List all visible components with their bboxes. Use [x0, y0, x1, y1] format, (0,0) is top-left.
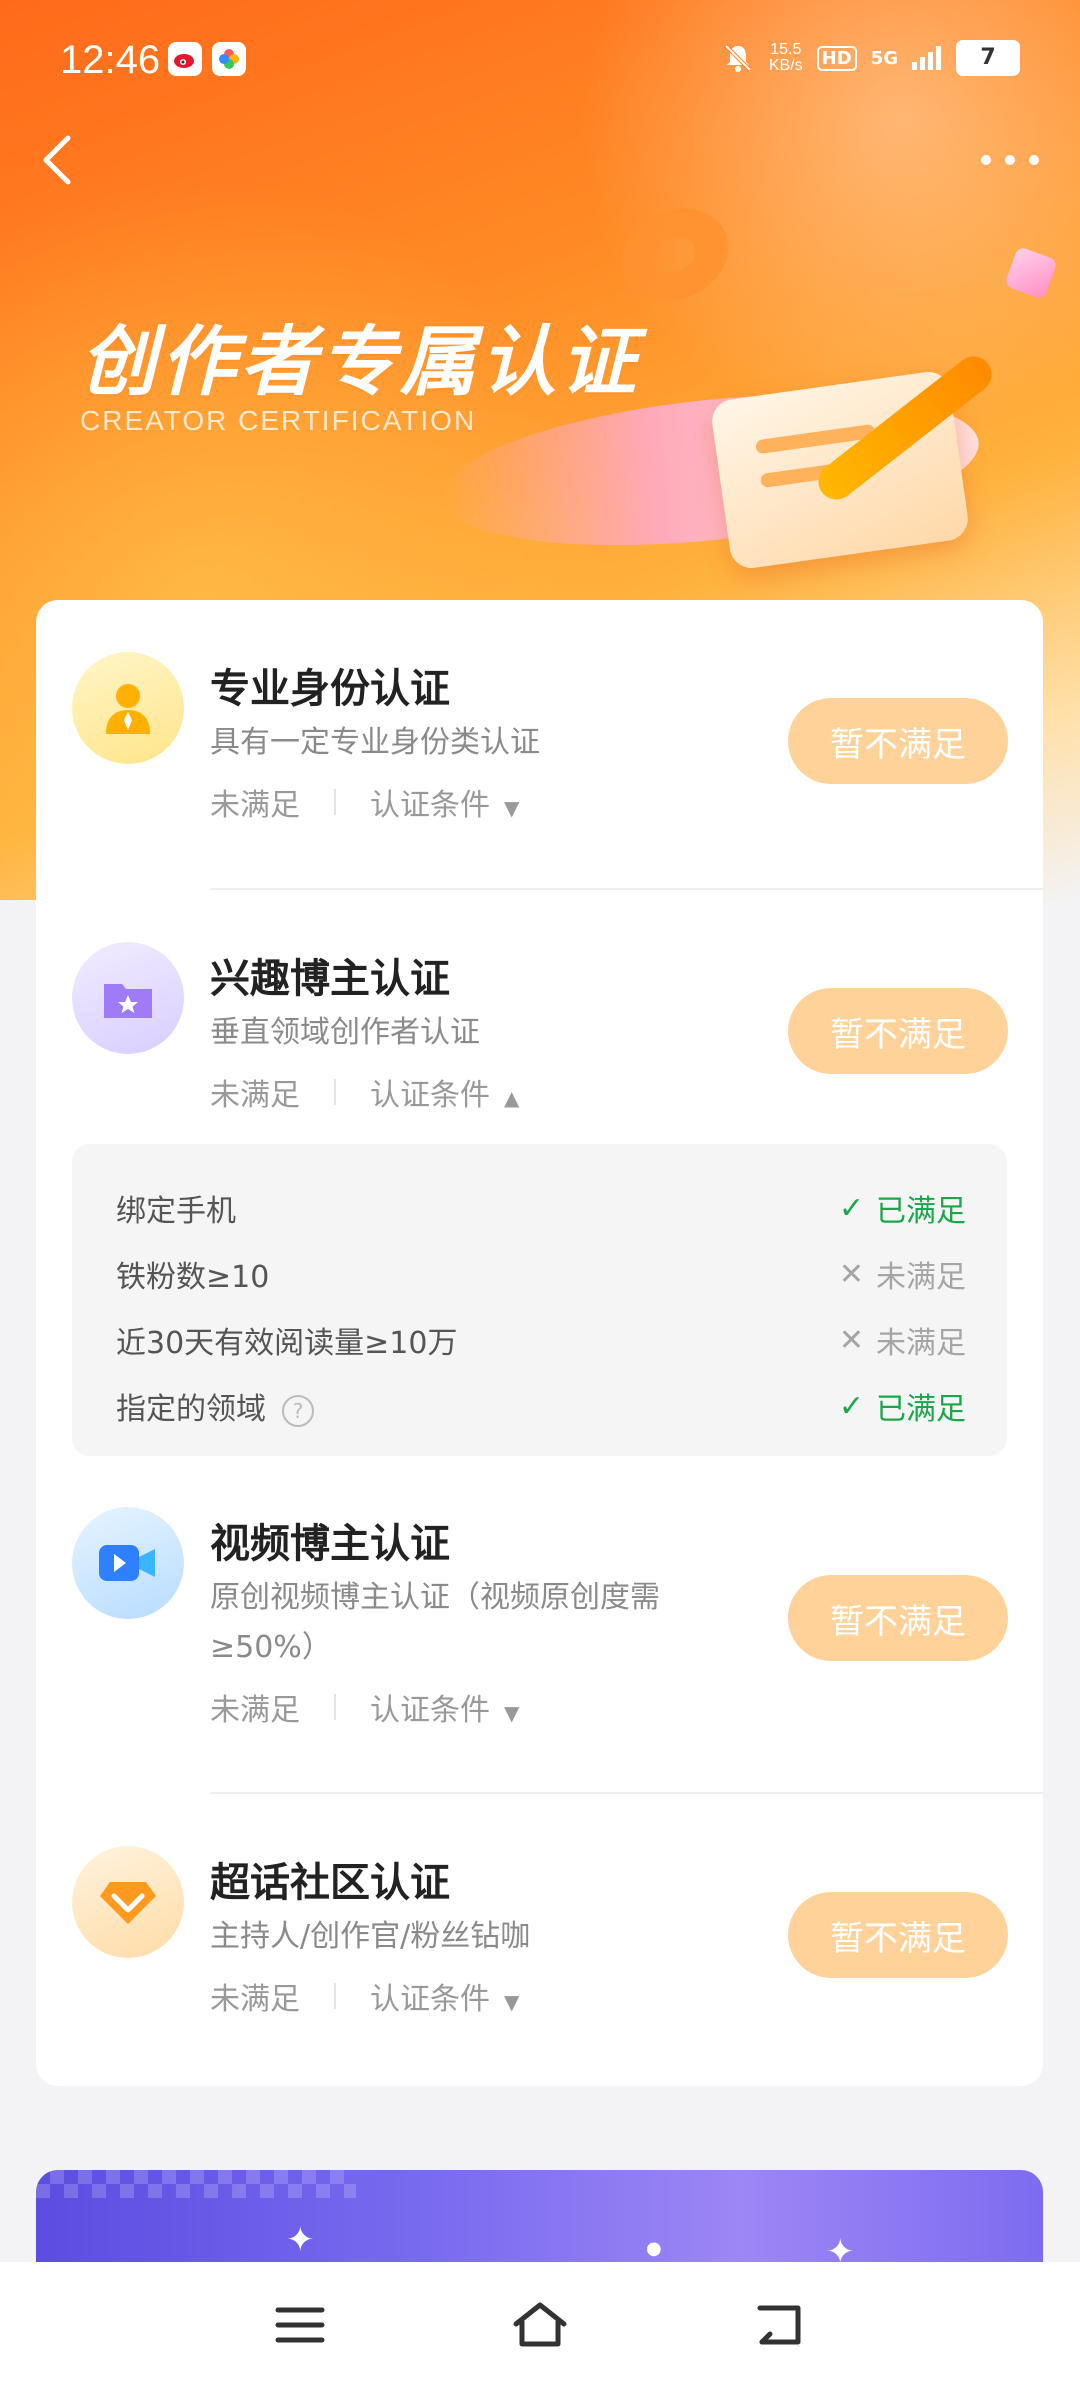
certification-list-card: 专业身份认证 具有一定专业身份类认证 未满足 认证条件 ▼ 暂不满足 兴趣博主认证…	[36, 600, 1043, 2086]
condition-state: ✕ 未满足	[838, 1256, 966, 1296]
cross-icon: ✕	[838, 1322, 864, 1358]
condition-row: 铁粉数≥10 ✕ 未满足	[116, 1246, 966, 1296]
more-options-button[interactable]	[970, 140, 1050, 180]
cert-description: 具有一定专业身份类认证	[210, 725, 540, 760]
meta-separator	[334, 1079, 336, 1105]
person-icon	[72, 652, 184, 764]
condition-label: 绑定手机	[116, 1194, 236, 1229]
check-icon: ✓	[838, 1190, 864, 1226]
condition-row: 近30天有效阅读量≥10万 ✕ 未满足	[116, 1312, 966, 1362]
chevron-left-icon	[43, 135, 71, 185]
signal-5g: 5G	[870, 47, 898, 69]
sparkle-icon: ●	[646, 2238, 662, 2259]
conditions-toggle[interactable]: 认证条件 ▼	[370, 1685, 519, 1729]
cert-description: 原创视频博主认证（视频原创度需 ≥50%）	[210, 1580, 660, 1665]
caret-down-icon: ▼	[504, 796, 520, 820]
return-icon	[757, 2305, 801, 2345]
condition-row: 指定的领域? ✓ 已满足	[116, 1378, 966, 1428]
conditions-toggle[interactable]: 认证条件 ▼	[370, 1974, 519, 2018]
photos-notification-icon	[212, 42, 246, 76]
check-icon: ✓	[838, 1388, 864, 1424]
cert-meta: 未满足 认证条件 ▼	[210, 1685, 519, 1729]
cert-status: 未满足	[210, 1078, 300, 1113]
menu-button[interactable]	[270, 2300, 330, 2350]
not-eligible-button[interactable]: 暂不满足	[788, 1892, 1008, 1978]
home-button[interactable]	[510, 2300, 570, 2350]
menu-icon	[275, 2307, 325, 2343]
home-icon	[513, 2302, 567, 2347]
divider	[210, 1792, 1043, 1794]
condition-label: 铁粉数≥10	[116, 1260, 270, 1295]
cert-title: 兴趣博主认证	[210, 956, 450, 1002]
not-eligible-button[interactable]: 暂不满足	[788, 698, 1008, 784]
more-dot-icon	[1005, 155, 1015, 165]
not-eligible-button[interactable]: 暂不满足	[788, 988, 1008, 1074]
signal-bars-icon	[912, 46, 941, 70]
divider	[210, 888, 1043, 890]
meta-separator	[334, 1694, 336, 1720]
status-bar: 12:46 15.5 KB/s HD 5G 7	[0, 30, 1080, 90]
cert-status: 未满足	[210, 788, 300, 823]
hero-subtitle: CREATOR CERTIFICATION	[80, 405, 477, 436]
mute-bell-icon	[724, 44, 752, 72]
cert-title: 视频博主认证	[210, 1521, 450, 1567]
cross-icon: ✕	[838, 1256, 864, 1292]
conditions-panel: 绑定手机 ✓ 已满足 铁粉数≥10 ✕ 未满足 近30天有效阅读量≥10万 ✕ 未满足…	[72, 1144, 1007, 1456]
folder-star-icon	[72, 942, 184, 1054]
caret-up-icon: ▲	[504, 1086, 520, 1110]
cert-meta: 未满足 认证条件 ▼	[210, 780, 519, 824]
cert-meta: 未满足 认证条件 ▼	[210, 1974, 519, 2018]
video-camera-icon	[72, 1507, 184, 1619]
battery-indicator: 7	[956, 40, 1020, 76]
not-eligible-button[interactable]: 暂不满足	[788, 1575, 1008, 1661]
caret-down-icon: ▼	[504, 1990, 520, 2014]
network-speed: 15.5 KB/s	[768, 41, 803, 74]
certification-page: 创作者专属认证 CREATOR CERTIFICATION 12:46 15.5…	[0, 0, 1080, 2388]
condition-label: 指定的领域?	[116, 1384, 314, 1428]
checker-decoration	[36, 2170, 356, 2198]
cert-description: 垂直领域创作者认证	[210, 1015, 480, 1050]
meta-separator	[334, 789, 336, 815]
status-time: 12:46	[60, 38, 161, 82]
conditions-toggle[interactable]: 认证条件 ▼	[370, 780, 519, 824]
system-navigation-bar	[0, 2262, 1080, 2388]
status-right-group: 15.5 KB/s HD 5G 7	[721, 40, 1020, 76]
hd-badge: HD	[816, 45, 857, 71]
condition-state: ✕ 未满足	[838, 1322, 966, 1362]
back-button[interactable]	[30, 130, 90, 190]
help-icon[interactable]: ?	[282, 1394, 314, 1427]
cert-title: 超话社区认证	[210, 1860, 450, 1906]
caret-down-icon: ▼	[504, 1701, 520, 1725]
more-dot-icon	[981, 155, 991, 165]
cert-description: 主持人/创作官/粉丝钻咖	[210, 1919, 531, 1954]
conditions-toggle[interactable]: 认证条件 ▲	[370, 1070, 519, 1114]
cert-meta: 未满足 认证条件 ▲	[210, 1070, 519, 1114]
back-nav-button[interactable]	[750, 2300, 810, 2350]
hero-title: 创作者专属认证	[80, 317, 640, 406]
cert-status: 未满足	[210, 1982, 300, 2017]
condition-label: 近30天有效阅读量≥10万	[116, 1326, 458, 1361]
hero-cube-decoration	[1004, 246, 1058, 300]
condition-state: ✓ 已满足	[838, 1190, 966, 1230]
meta-separator	[334, 1983, 336, 2009]
sparkle-icon: ✦	[286, 2220, 315, 2260]
diamond-icon	[72, 1846, 184, 1958]
weibo-notification-icon	[168, 42, 202, 76]
cert-title: 专业身份认证	[210, 666, 450, 712]
more-dot-icon	[1029, 155, 1039, 165]
condition-row: 绑定手机 ✓ 已满足	[116, 1180, 966, 1230]
cert-status: 未满足	[210, 1693, 300, 1728]
condition-state: ✓ 已满足	[838, 1388, 966, 1428]
